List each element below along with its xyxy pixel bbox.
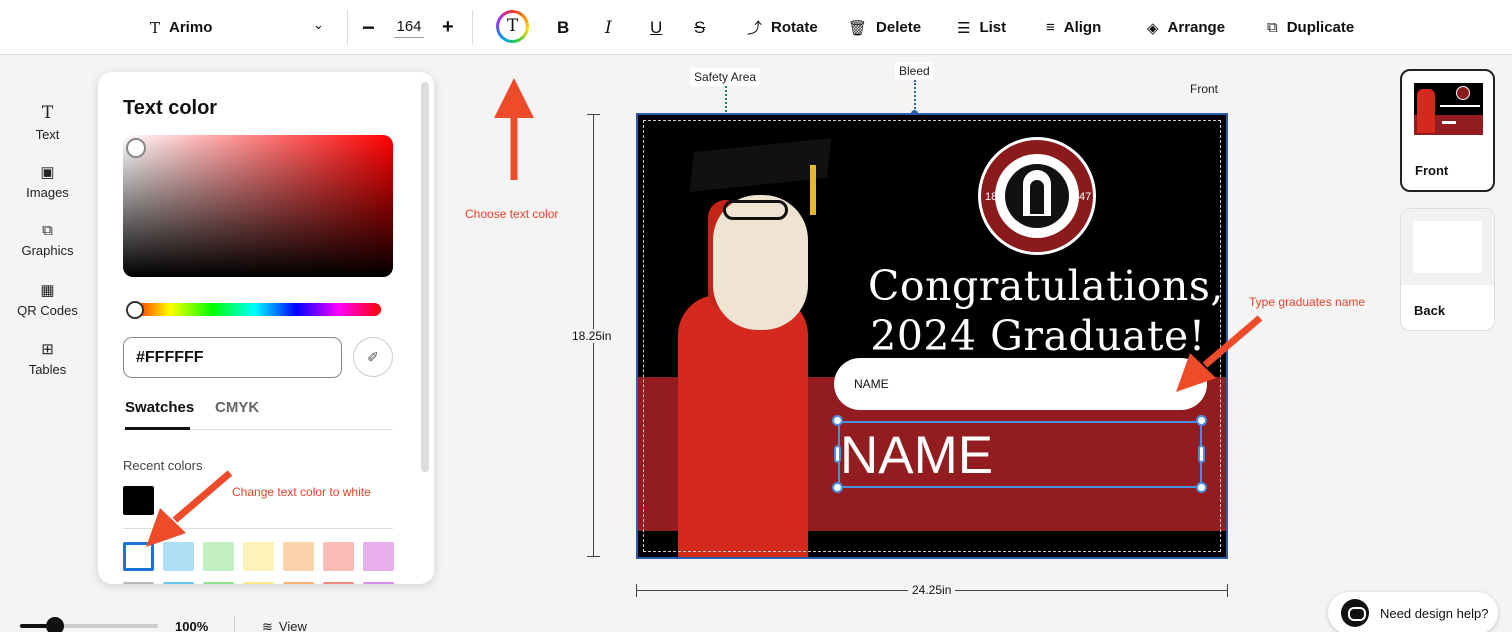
page-thumb-back[interactable]: Back bbox=[1400, 208, 1495, 331]
annotation-arrows bbox=[146, 78, 1263, 547]
page-thumb-front[interactable]: Front bbox=[1400, 69, 1495, 192]
front-thumbnail bbox=[1414, 83, 1483, 135]
help-label: Need design help? bbox=[1380, 606, 1489, 621]
chat-icon bbox=[1341, 599, 1369, 627]
sliders-icon: ≋ bbox=[262, 619, 273, 632]
view-label: View bbox=[278, 619, 307, 632]
annotation-choose-color: Choose text color bbox=[465, 207, 559, 221]
page-label: Front bbox=[1415, 163, 1449, 178]
zoom-slider-handle[interactable] bbox=[45, 617, 64, 632]
back-thumbnail bbox=[1413, 221, 1482, 273]
annotation-type-name: Type graduates name bbox=[1249, 295, 1366, 309]
page-label: Back bbox=[1414, 303, 1446, 318]
divider bbox=[234, 616, 235, 632]
annotation-change-white: Change text color to white bbox=[232, 485, 371, 499]
zoom-level: 100% bbox=[175, 619, 209, 632]
design-help-button[interactable]: Need design help? bbox=[1328, 592, 1498, 632]
view-button[interactable]: ≋ View bbox=[262, 619, 307, 632]
